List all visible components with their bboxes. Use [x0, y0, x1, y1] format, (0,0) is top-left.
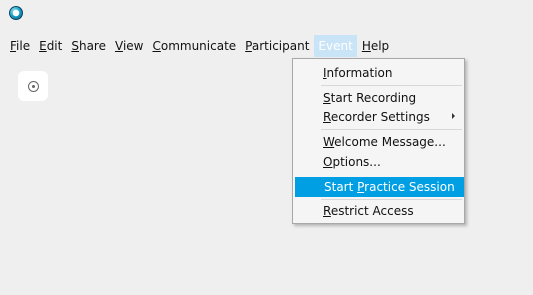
menu-separator	[321, 199, 462, 200]
menu-share[interactable]: Share	[67, 35, 110, 57]
menu-item-welcome-message[interactable]: Welcome Message...	[294, 132, 463, 152]
menu-event[interactable]: Event	[314, 35, 357, 57]
menu-item-recorder-settings[interactable]: Recorder Settings	[294, 107, 463, 127]
app-logo-icon	[9, 6, 23, 20]
menu-item-restrict-access[interactable]: Restrict Access	[294, 201, 463, 221]
menu-view[interactable]: View	[111, 35, 147, 57]
menu-help[interactable]: Help	[358, 35, 393, 57]
menu-item-information[interactable]: Information	[294, 63, 463, 83]
menu-separator	[321, 129, 462, 130]
menu-edit[interactable]: Edit	[35, 35, 66, 57]
clock-button[interactable]	[18, 71, 48, 101]
menu-item-start-practice-session[interactable]: Start Practice Session	[295, 177, 464, 197]
menu-communicate[interactable]: Communicate	[148, 35, 240, 57]
menu-bar: File Edit Share View Communicate Partici…	[0, 34, 533, 58]
clock-icon	[27, 80, 39, 92]
chevron-right-icon	[452, 113, 455, 119]
menu-item-start-recording[interactable]: Start Recording	[294, 88, 463, 108]
event-dropdown-menu: Information Start Recording Recorder Set…	[292, 58, 465, 224]
menu-file[interactable]: File	[6, 35, 34, 57]
menu-separator	[321, 85, 462, 86]
menu-participant[interactable]: Participant	[241, 35, 313, 57]
menu-item-options[interactable]: Options...	[294, 152, 463, 172]
